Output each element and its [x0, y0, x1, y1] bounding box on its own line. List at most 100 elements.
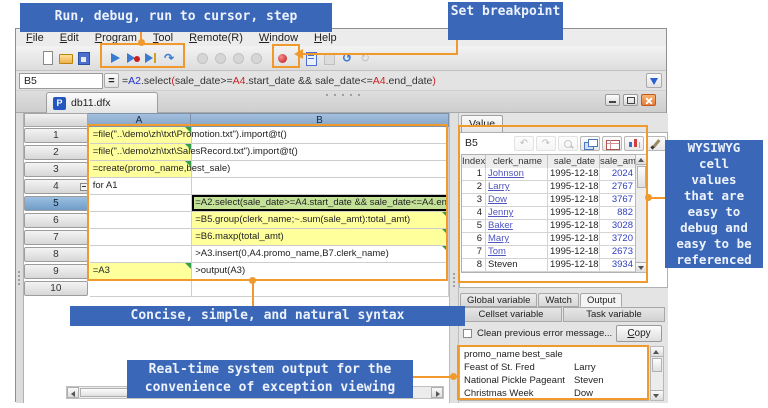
menu-item-program[interactable]: Program: [95, 32, 137, 44]
cell-A8[interactable]: [90, 246, 193, 263]
tab-value[interactable]: Value: [461, 115, 503, 132]
row-header-1[interactable]: 1: [24, 128, 88, 143]
tab-output[interactable]: Output: [580, 293, 623, 307]
menu-item-edit[interactable]: Edit: [60, 32, 79, 44]
cell-B9[interactable]: >output(A3): [192, 263, 449, 280]
menu-item-help[interactable]: Help: [314, 32, 337, 44]
row-header-8[interactable]: 8: [24, 247, 88, 262]
row-header-5[interactable]: 5: [24, 196, 88, 211]
cell-A3[interactable]: =create(promo_name,best_sale): [90, 161, 193, 178]
zoom-value-icon[interactable]: [558, 136, 578, 151]
run-to-cursor-icon[interactable]: [143, 50, 159, 66]
redo-value-icon[interactable]: ↷: [536, 136, 556, 151]
step-next-icon[interactable]: ↷: [161, 50, 177, 66]
column-header-index[interactable]: Index: [462, 155, 486, 169]
debug-run-icon[interactable]: [125, 50, 141, 66]
breakpoint-icon[interactable]: [275, 50, 291, 66]
cell-A2[interactable]: =file("..\demo\zh\txt\SalesRecord.txt").…: [90, 144, 193, 161]
expand-formula-button[interactable]: [646, 73, 662, 88]
value-row-7[interactable]: 7Tom1995-12-18 ..2673: [462, 246, 636, 259]
scroll-down-icon[interactable]: [651, 390, 663, 400]
scroll-up-icon[interactable]: [651, 347, 663, 357]
collapse-toggle-icon[interactable]: [80, 183, 88, 191]
menu-item-file[interactable]: File: [26, 32, 44, 44]
scrollbar-thumb[interactable]: [652, 358, 662, 372]
resume-icon[interactable]: [230, 50, 246, 66]
cell-A1[interactable]: =file("..\demo\zh\txt\Promotion.txt").im…: [90, 127, 193, 144]
open-file-icon[interactable]: [58, 50, 74, 66]
row-header-7[interactable]: 7: [24, 230, 88, 245]
column-header-sale-amt[interactable]: sale_amt: [600, 155, 636, 169]
column-header-clerk-name[interactable]: clerk_name: [486, 155, 548, 169]
cell-A7[interactable]: [90, 229, 193, 246]
stop-icon[interactable]: [212, 50, 228, 66]
row-header-4[interactable]: 4: [24, 179, 88, 194]
edit-value-icon[interactable]: [646, 136, 666, 151]
scroll-left-icon[interactable]: [67, 387, 79, 398]
scroll-down-icon[interactable]: [636, 262, 647, 272]
formula-input[interactable]: =A2.select(sale_date>=A4.start_date && s…: [122, 74, 642, 88]
tab-cellset-variable[interactable]: Cellset variable: [460, 307, 562, 322]
pause-icon[interactable]: [194, 50, 210, 66]
grid-view-icon[interactable]: [602, 136, 622, 151]
output-scrollbar[interactable]: [650, 346, 664, 401]
clerk-name-link[interactable]: Tom: [488, 246, 506, 257]
menu-item-remote-r[interactable]: Remote(R): [189, 32, 243, 44]
interrupt-icon[interactable]: [248, 50, 264, 66]
column-header-sale-date[interactable]: sale_date: [548, 155, 600, 169]
value-row-2[interactable]: 2Larry1995-12-18 ..2767: [462, 181, 636, 194]
cell-B8[interactable]: >A3.insert(0,A4.promo_name,B7.clerk_name…: [192, 246, 449, 263]
left-splitter[interactable]: [16, 113, 24, 403]
value-table-scrollbar[interactable]: [635, 154, 648, 273]
clerk-name-link[interactable]: Mary: [488, 233, 509, 244]
column-header-b[interactable]: B: [191, 113, 449, 127]
clerk-name-link[interactable]: Johnson: [488, 168, 524, 179]
value-row-8[interactable]: 8Steven1995-12-18 ..3934: [462, 259, 636, 272]
cell-A9[interactable]: =A3: [90, 263, 193, 280]
run-icon[interactable]: [107, 50, 123, 66]
scroll-up-icon[interactable]: [636, 155, 647, 165]
tab-watch[interactable]: Watch: [538, 293, 579, 307]
scrollbar-thumb[interactable]: [637, 166, 646, 188]
tab-global-variable[interactable]: Global variable: [460, 293, 537, 307]
grid-corner-cell[interactable]: [24, 113, 88, 127]
value-row-5[interactable]: 5Baker1995-12-18 ..3028: [462, 220, 636, 233]
undo-value-icon[interactable]: ↶: [514, 136, 534, 151]
menu-item-window[interactable]: Window: [259, 32, 298, 44]
close-button[interactable]: [641, 94, 656, 106]
cell-B4[interactable]: [192, 178, 449, 195]
cell-A5[interactable]: [90, 195, 193, 212]
row-header-10[interactable]: 10: [24, 281, 88, 296]
row-header-9[interactable]: 9: [24, 264, 88, 279]
cell-ref-box[interactable]: B5: [19, 73, 103, 89]
cell-B3[interactable]: [192, 161, 449, 178]
clean-error-checkbox[interactable]: [463, 329, 472, 338]
clerk-name-link[interactable]: Jenny: [488, 207, 513, 218]
value-row-4[interactable]: 4Jenny1995-12-18 ..882: [462, 207, 636, 220]
cell-B5[interactable]: =A2.select(sale_date>=A4.start_date && s…: [192, 195, 449, 212]
value-row-6[interactable]: 6Mary1995-12-18 ..3720: [462, 233, 636, 246]
row-header-3[interactable]: 3: [24, 162, 88, 177]
tab-db11-dfx[interactable]: P db11.dfx: [46, 92, 158, 113]
cell-B10[interactable]: [192, 280, 449, 297]
new-file-icon[interactable]: [40, 50, 56, 66]
cell-A6[interactable]: [90, 212, 193, 229]
copy-button[interactable]: Copy: [616, 325, 662, 342]
scroll-right-icon[interactable]: [431, 387, 443, 398]
menu-item-tool[interactable]: Tool: [153, 32, 173, 44]
tab-task-variable[interactable]: Task variable: [563, 307, 665, 322]
value-row-1[interactable]: 1Johnson1995-12-18 ..2024: [462, 168, 636, 181]
value-row-3[interactable]: 3Dow1995-12-18 ..3767: [462, 194, 636, 207]
clerk-name-link[interactable]: Dow: [488, 194, 507, 205]
clerk-name-link[interactable]: Baker: [488, 220, 513, 231]
save-icon[interactable]: [76, 50, 92, 66]
column-header-a[interactable]: A: [88, 113, 191, 127]
cell-A10[interactable]: [90, 280, 193, 297]
panel-splitter[interactable]: [449, 113, 459, 403]
copy-value-icon[interactable]: [580, 136, 600, 151]
output-console[interactable]: promo_namebest_saleFeast of St. FredLarr…: [459, 346, 649, 401]
edit-expression-button[interactable]: =: [104, 73, 119, 88]
clerk-name-link[interactable]: Larry: [488, 181, 510, 192]
splitter-handle[interactable]: [326, 93, 366, 97]
cell-B6[interactable]: =B5.group(clerk_name;~.sum(sale_amt):tot…: [192, 212, 449, 229]
